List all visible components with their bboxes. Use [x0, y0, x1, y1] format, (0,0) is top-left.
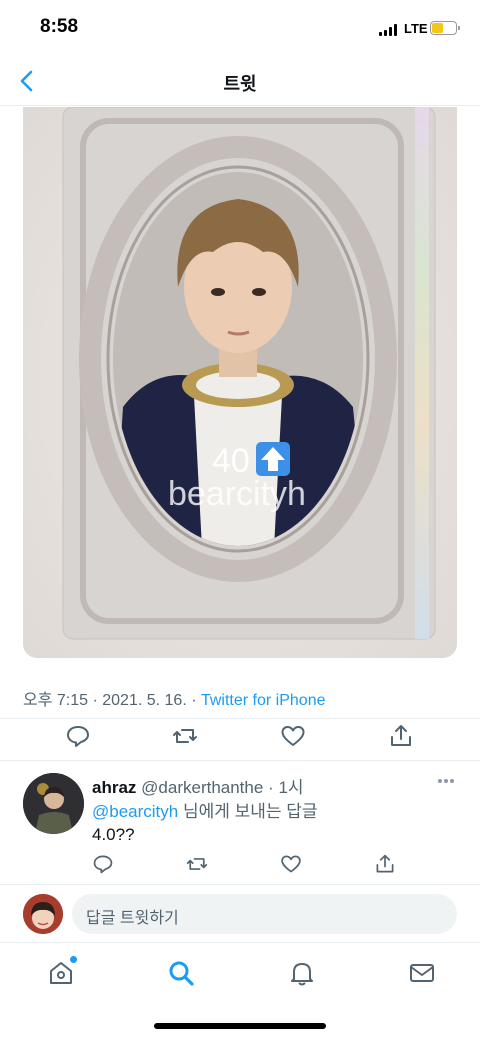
meta-separator: ·: [88, 692, 103, 709]
more-options-button[interactable]: [436, 773, 456, 787]
tab-messages[interactable]: [408, 959, 436, 987]
replying-to: @bearcityh 님에게 보내는 답글: [92, 797, 318, 822]
reply-input[interactable]: 답글 트윗하기: [72, 894, 457, 934]
retweet-button[interactable]: [172, 723, 198, 749]
network-label: LTE: [404, 21, 428, 36]
current-user-avatar[interactable]: [23, 894, 63, 934]
reply-icon: [93, 855, 113, 874]
status-bar: 8:58 LTE: [0, 0, 480, 58]
divider: [0, 718, 480, 719]
mention-link[interactable]: @bearcityh: [92, 802, 178, 821]
reply-time: 1시: [278, 778, 304, 797]
reply-header: ahraz @darkerthanthe · 1시: [92, 778, 304, 797]
heart-icon: [281, 726, 305, 746]
reply-composer: 답글 트윗하기: [0, 884, 480, 942]
photocard-image: 40 bearcityh: [23, 107, 457, 658]
like-button[interactable]: [280, 853, 302, 875]
replying-to-suffix: 님에게 보내는 답글: [178, 802, 318, 821]
reply-icon: [67, 726, 89, 747]
share-icon: [376, 854, 394, 873]
tab-notifications[interactable]: [288, 959, 316, 987]
tweet-timestamp: 오후 7:15 · 2021. 5. 16. · Twitter for iPh…: [23, 686, 325, 710]
signal-icon: [379, 24, 399, 36]
reply-tweet[interactable]: ahraz @darkerthanthe · 1시 @bearcityh 님에게…: [0, 761, 480, 883]
retweet-button[interactable]: [186, 853, 208, 875]
overlay-handle: bearcityh: [168, 475, 306, 513]
search-icon: [169, 961, 194, 986]
battery-icon: [430, 21, 460, 35]
tweet-date: 2021. 5. 16.: [102, 692, 187, 709]
retweet-icon: [173, 729, 197, 743]
mail-icon: [410, 964, 434, 982]
tweet-source-link[interactable]: Twitter for iPhone: [201, 692, 326, 709]
avatar[interactable]: [23, 773, 84, 834]
display-name[interactable]: ahraz: [92, 778, 136, 797]
retweet-icon: [186, 858, 208, 870]
status-time: 8:58: [40, 16, 79, 37]
share-button[interactable]: [374, 853, 396, 875]
tab-search[interactable]: [167, 959, 195, 987]
tweet-time: 오후 7:15: [23, 692, 89, 709]
reply-button[interactable]: [65, 723, 91, 749]
tab-home[interactable]: [47, 956, 77, 987]
tweet-photo[interactable]: 40 bearcityh: [23, 107, 457, 658]
home-indicator[interactable]: [154, 1023, 326, 1029]
bell-icon: [291, 963, 313, 986]
reply-button[interactable]: [92, 853, 114, 875]
meta-separator: ·: [186, 692, 201, 709]
home-icon: [50, 962, 72, 984]
like-button[interactable]: [280, 723, 306, 749]
reply-text: 4.0??: [92, 825, 135, 844]
tab-bar: [0, 942, 480, 1002]
share-button[interactable]: [388, 723, 414, 749]
page-title: 트윗: [223, 74, 257, 94]
share-icon: [391, 725, 411, 746]
notification-dot: [70, 956, 77, 963]
user-handle[interactable]: @darkerthanthe: [141, 778, 263, 797]
heart-icon: [281, 855, 301, 873]
nav-bar: 트윗: [0, 58, 480, 106]
